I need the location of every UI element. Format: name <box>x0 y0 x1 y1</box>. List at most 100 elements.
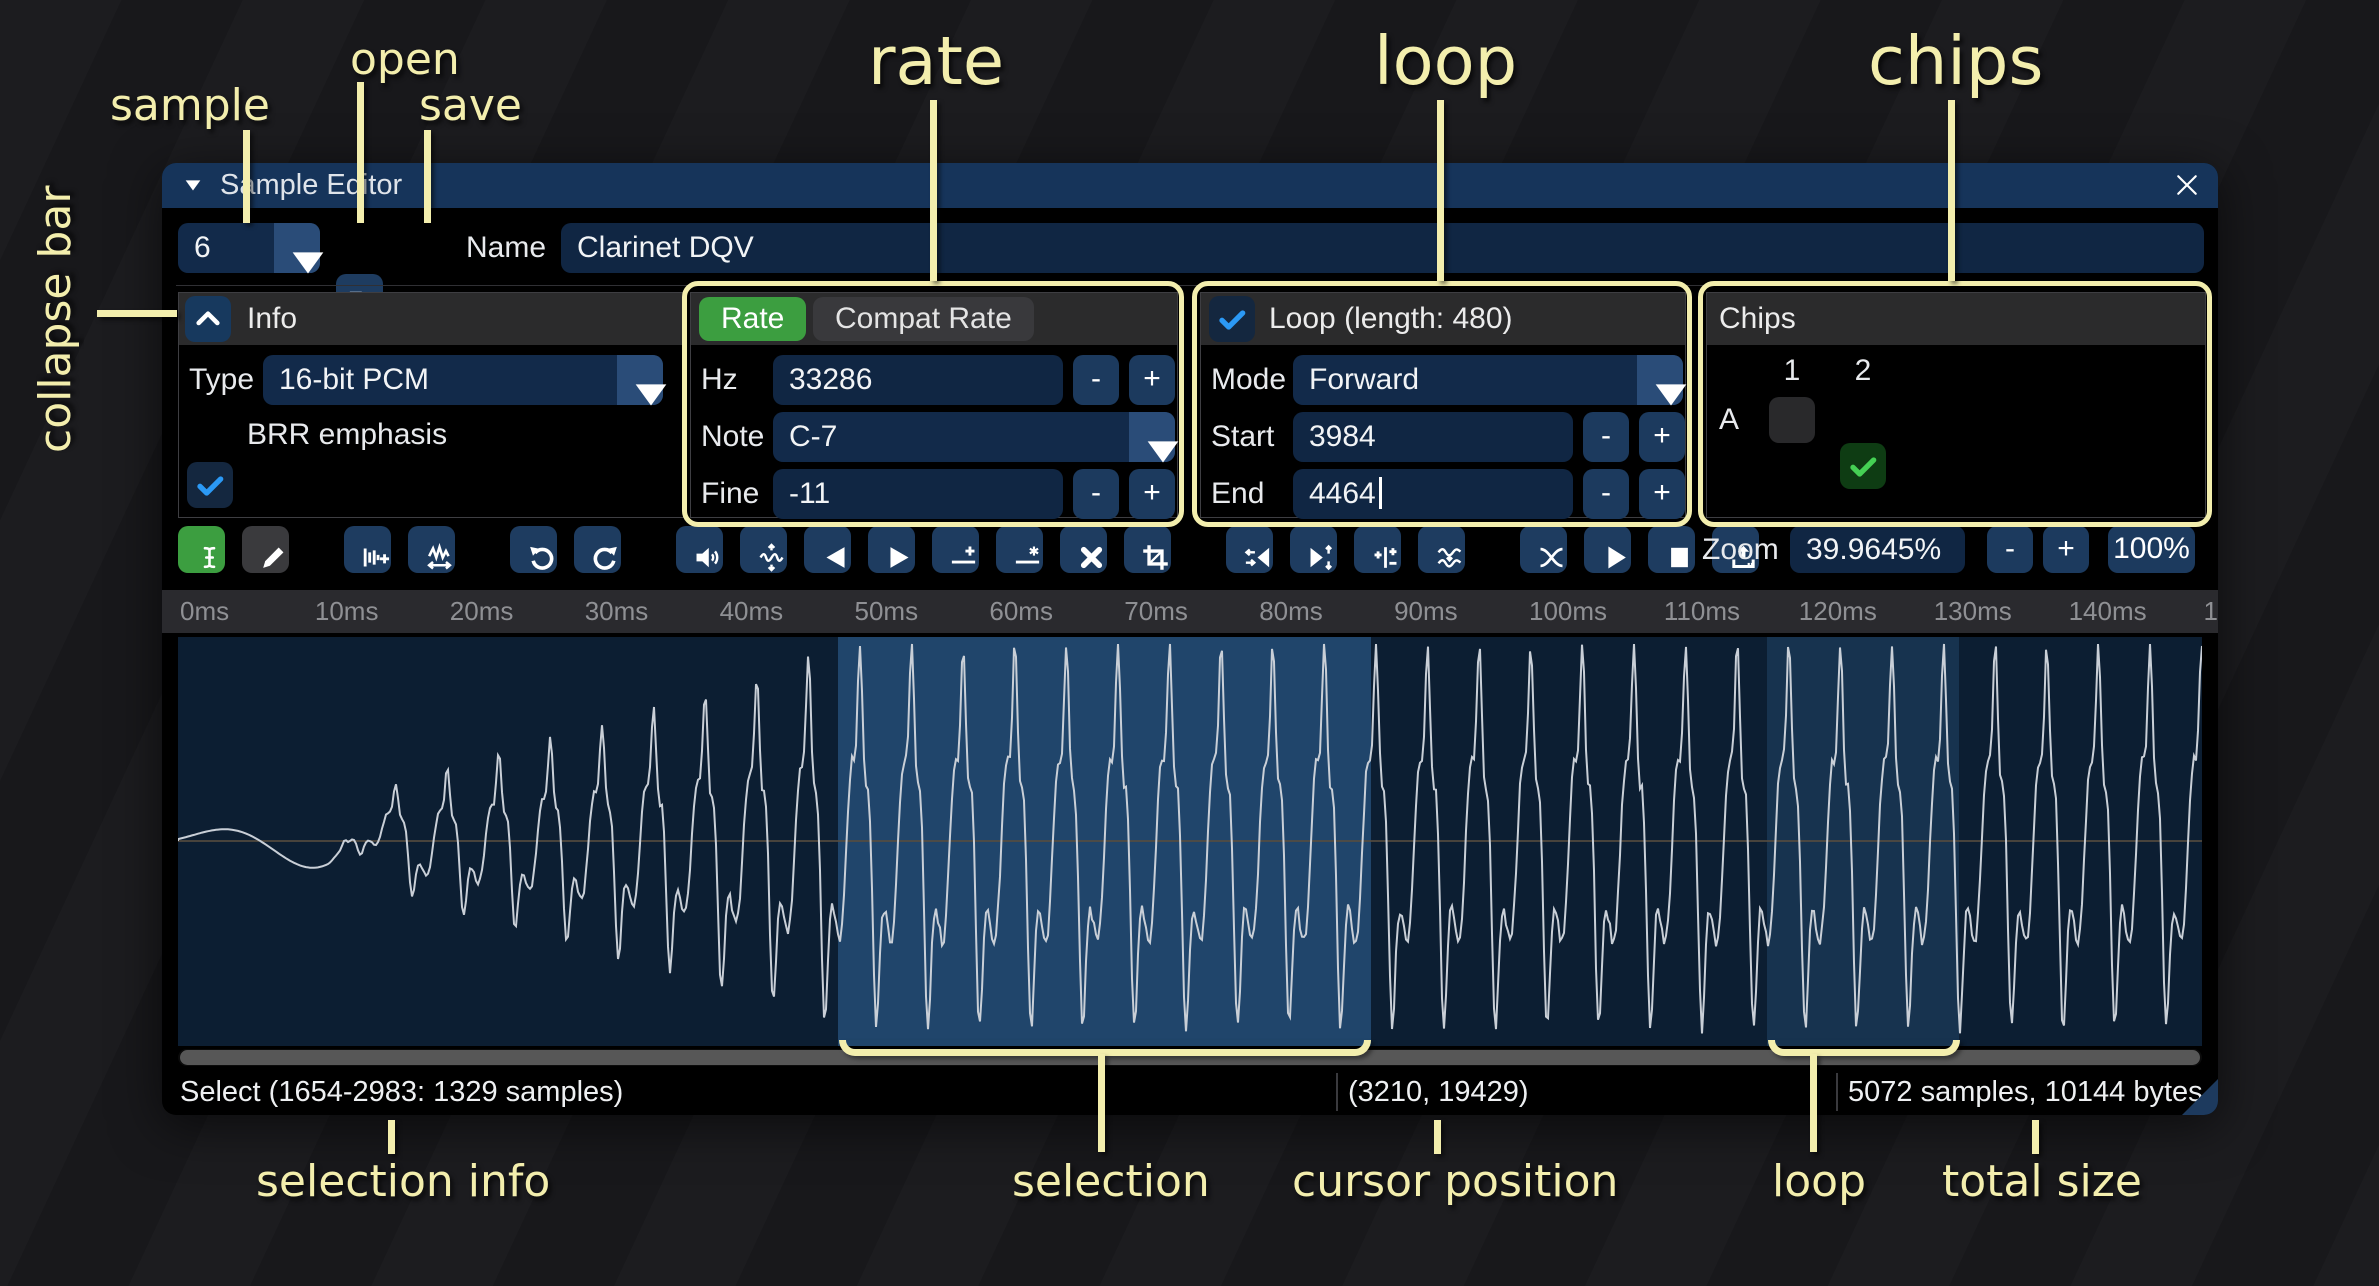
close-icon[interactable] <box>2172 170 2202 200</box>
loop-start-minus-button[interactable]: - <box>1583 412 1629 462</box>
waveform-canvas[interactable] <box>178 637 2202 1046</box>
chevron-down-icon[interactable] <box>1129 412 1175 462</box>
trim-button[interactable] <box>1124 526 1171 573</box>
scrollbar-thumb[interactable] <box>180 1050 2200 1065</box>
crossfade-button[interactable] <box>1520 526 1567 573</box>
collapse-info-button[interactable] <box>185 296 231 342</box>
time-ruler: 0ms10ms20ms30ms40ms50ms60ms70ms80ms90ms1… <box>162 590 2218 633</box>
wave-plus-icon <box>352 534 383 565</box>
ruler-label: 100ms <box>1529 590 1607 633</box>
tab-rate[interactable]: Rate <box>699 297 806 341</box>
status-divider <box>1336 1073 1338 1111</box>
sample-select[interactable]: 6 <box>178 223 320 273</box>
window-resize-grip[interactable] <box>2182 1079 2218 1115</box>
preview-button[interactable] <box>1584 526 1631 573</box>
text-caret <box>1379 477 1382 509</box>
chips-section: Chips 1 2 A <box>1706 292 2206 518</box>
draw-tool-button[interactable] <box>242 526 289 573</box>
tab-compat-rate[interactable]: Compat Rate <box>813 297 1034 341</box>
redo-icon <box>582 534 613 565</box>
signed-unsigned-button[interactable] <box>1354 526 1401 573</box>
type-select[interactable]: 16-bit PCM <box>263 355 663 405</box>
tri-right-icon <box>876 534 907 565</box>
amplify-button[interactable] <box>676 526 723 573</box>
redo-button[interactable] <box>574 526 621 573</box>
filter-icon <box>1426 534 1457 565</box>
fade-out-button[interactable] <box>868 526 915 573</box>
fine-label: Fine <box>701 469 759 519</box>
sample-editor-window: Sample Editor 6 Name Clarinet DQV Info T… <box>162 163 2218 1115</box>
chip-2-checkbox[interactable] <box>1840 443 1886 489</box>
crop-icon <box>1132 534 1163 565</box>
divider <box>176 285 2204 286</box>
chevron-down-icon[interactable] <box>274 223 320 273</box>
resample-button[interactable] <box>408 526 455 573</box>
status-divider <box>1836 1073 1838 1111</box>
chip-1-checkbox[interactable] <box>1769 397 1815 443</box>
ruler-label: 110ms <box>1664 590 1740 633</box>
mode-select[interactable]: Forward <box>1293 355 1683 405</box>
loop-end-plus-button[interactable]: + <box>1639 469 1685 519</box>
chevron-down-icon[interactable] <box>617 355 663 405</box>
ruler-label: 140ms <box>2069 590 2147 633</box>
select-tool-button[interactable] <box>178 526 225 573</box>
brr-emphasis-checkbox[interactable] <box>187 462 233 508</box>
hz-plus-button[interactable]: + <box>1129 355 1175 405</box>
chevron-down-icon[interactable] <box>1637 355 1683 405</box>
loop-end-input[interactable]: 4464 <box>1293 469 1573 519</box>
annotation-collapse-bar: collapse bar <box>30 188 81 453</box>
title-bar[interactable]: Sample Editor <box>162 163 2218 208</box>
loop-enable-checkbox[interactable] <box>1209 296 1255 342</box>
hz-minus-button[interactable]: - <box>1073 355 1119 405</box>
hz-input[interactable]: 33286 <box>773 355 1063 405</box>
mode-value: Forward <box>1309 355 1419 405</box>
normalize-button[interactable] <box>740 526 787 573</box>
insert-silence-button[interactable] <box>932 526 979 573</box>
annotation-rate: rate <box>868 22 1004 100</box>
loop-end-minus-button[interactable]: - <box>1583 469 1629 519</box>
reverse-button[interactable] <box>1226 526 1273 573</box>
line-star-icon <box>1004 534 1035 565</box>
resize-button[interactable] <box>344 526 391 573</box>
ibeam-icon <box>186 534 217 565</box>
name-input[interactable]: Clarinet DQV <box>561 223 2204 273</box>
loop-start-plus-button[interactable]: + <box>1639 412 1685 462</box>
annotation-open: open <box>350 34 460 85</box>
cross-icon <box>1068 534 1099 565</box>
ruler-label: 0ms <box>180 590 229 633</box>
annotation-total-size: total size <box>1942 1156 2142 1207</box>
loop-start-input[interactable]: 3984 <box>1293 412 1573 462</box>
fine-minus-button[interactable]: - <box>1073 469 1119 519</box>
play-icon <box>1592 534 1623 565</box>
stop-preview-button[interactable] <box>1648 526 1695 573</box>
note-select[interactable]: C-7 <box>773 412 1175 462</box>
type-label: Type <box>189 355 254 405</box>
info-section: Info Type 16-bit PCM BRR emphasis <box>178 292 686 518</box>
undo-button[interactable] <box>510 526 557 573</box>
reverse-icon <box>1234 534 1265 565</box>
annotation-selection: selection <box>1012 1156 1210 1207</box>
cursor-position-text: (3210, 19429) <box>1348 1069 1529 1115</box>
zoom-out-button[interactable]: - <box>1987 526 2033 573</box>
loop-header: Loop (length: 480) <box>1269 293 1513 345</box>
zoom-in-button[interactable]: + <box>2043 526 2089 573</box>
ruler-label: 90ms <box>1394 590 1458 633</box>
window-title: Sample Editor <box>220 163 402 208</box>
ruler-label: 40ms <box>720 590 784 633</box>
apply-silence-button[interactable] <box>996 526 1043 573</box>
filter-button[interactable] <box>1418 526 1465 573</box>
window-collapse-icon[interactable] <box>182 174 204 196</box>
zoom-input[interactable]: 39.9645% <box>1790 526 1965 573</box>
waveform-path <box>178 637 2202 1046</box>
fine-plus-button[interactable]: + <box>1129 469 1175 519</box>
delete-button[interactable] <box>1060 526 1107 573</box>
wave-stretch-icon <box>416 534 447 565</box>
fade-in-button[interactable] <box>804 526 851 573</box>
invert-button[interactable] <box>1290 526 1337 573</box>
speaker-icon <box>684 534 715 565</box>
ruler-label: 120ms <box>1799 590 1877 633</box>
fine-input[interactable]: -11 <box>773 469 1063 519</box>
ruler-label: 60ms <box>989 590 1053 633</box>
invert-icon <box>1298 534 1329 565</box>
zoom-reset-button[interactable]: 100% <box>2108 526 2195 573</box>
